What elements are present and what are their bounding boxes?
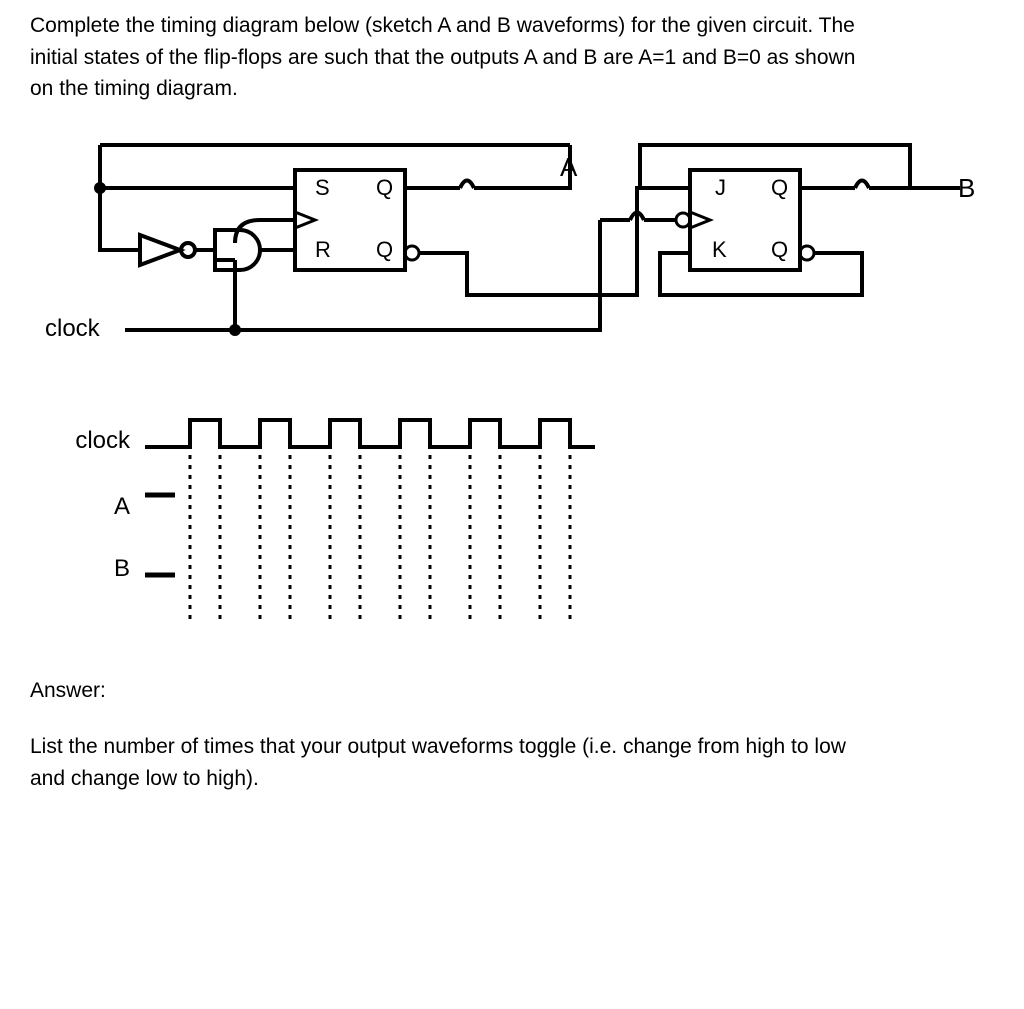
jk-qbar-label: Q — [771, 237, 788, 263]
circuit-diagram: S R Q Q J K Q Q A B clock — [40, 135, 980, 375]
jk-j-label: J — [715, 175, 726, 201]
output-a-label: A — [560, 152, 577, 183]
question-line-2: initial states of the flip-flops are suc… — [30, 46, 855, 69]
output-b-label: B — [958, 173, 975, 204]
timing-diagram: clock A B — [40, 415, 740, 645]
answer-line-2: and change low to high). — [30, 767, 259, 790]
jk-q-label: Q — [771, 175, 788, 201]
answer-prompt: List the number of times that your outpu… — [30, 731, 994, 794]
question-text: Complete the timing diagram below (sketc… — [30, 10, 994, 105]
answer-section: Answer: List the number of times that yo… — [30, 675, 994, 795]
sr-r-label: R — [315, 237, 331, 263]
answer-heading: Answer: — [30, 675, 994, 707]
question-line-1: Complete the timing diagram below (sketc… — [30, 14, 855, 37]
circuit-svg — [40, 135, 980, 375]
timing-svg — [40, 415, 740, 645]
sr-s-label: S — [315, 175, 330, 201]
sr-qbar-label: Q — [376, 237, 393, 263]
question-line-3: on the timing diagram. — [30, 77, 238, 100]
circuit-clock-label: clock — [45, 315, 100, 343]
answer-line-1: List the number of times that your outpu… — [30, 735, 846, 758]
jk-k-label: K — [712, 237, 727, 263]
sr-q-label: Q — [376, 175, 393, 201]
